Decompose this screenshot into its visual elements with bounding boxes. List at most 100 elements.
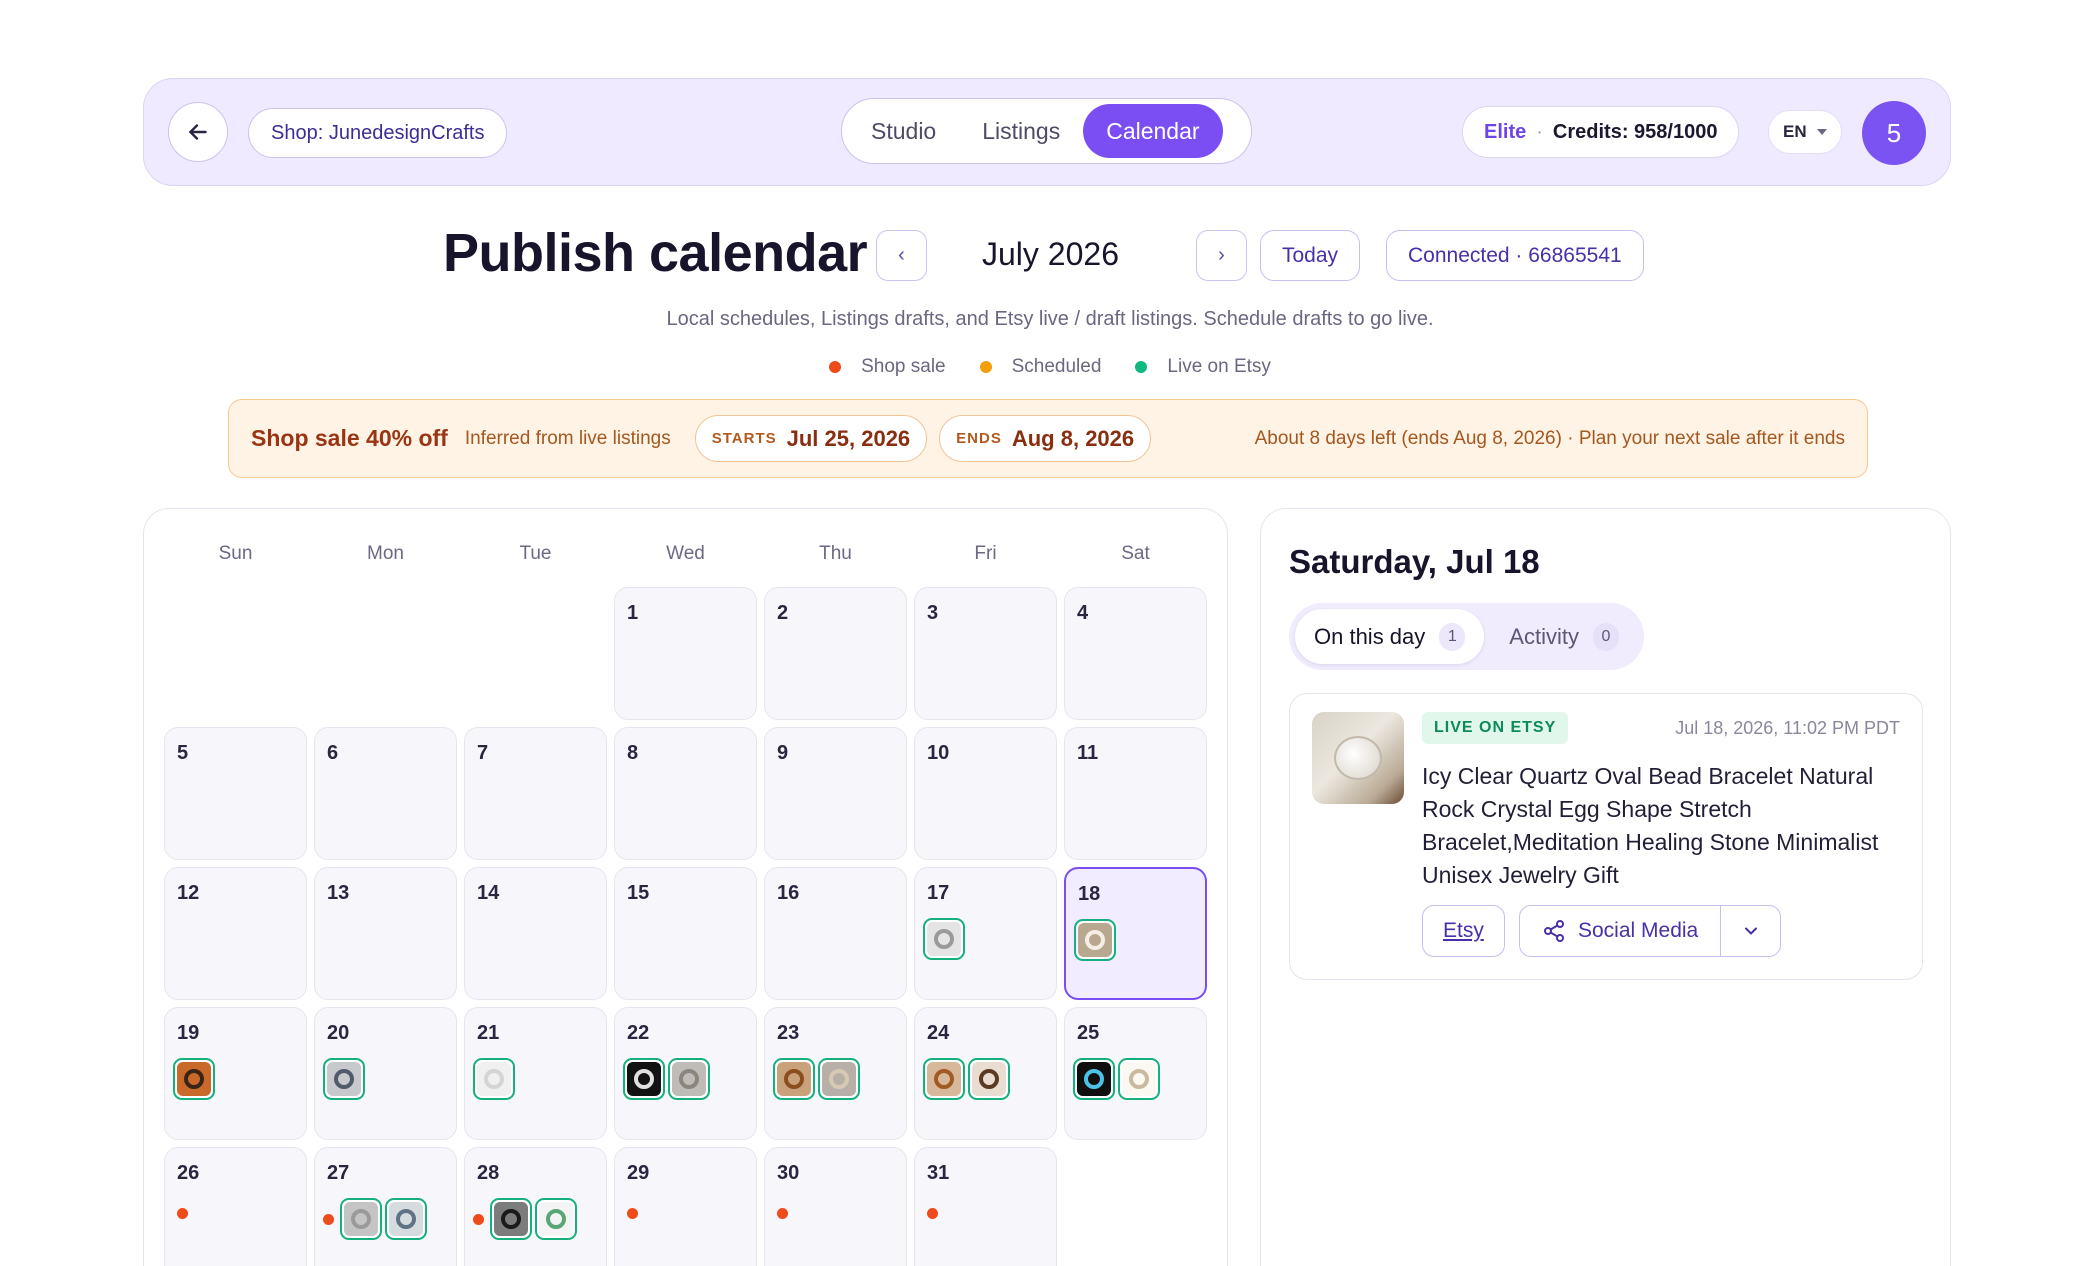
weekday-header: Sun Mon Tue Wed Thu Fri Sat (164, 543, 1207, 565)
calendar-day-9[interactable]: 9 (764, 727, 907, 860)
tab-studio[interactable]: Studio (848, 104, 959, 158)
bracelet-ring-icon (979, 1069, 999, 1089)
day-number: 12 (177, 882, 200, 904)
day-events (1074, 919, 1116, 961)
legend-shop-sale: Shop sale (829, 356, 946, 378)
listing-thumbnail[interactable] (1074, 919, 1116, 961)
day-number: 5 (177, 742, 189, 764)
calendar-day-25[interactable]: 25 (1064, 1007, 1207, 1140)
day-number: 3 (927, 602, 939, 624)
listing-thumbnail[interactable] (535, 1198, 577, 1240)
calendar-day-13[interactable]: 13 (314, 867, 457, 1000)
social-media-button[interactable]: Social Media (1520, 906, 1720, 956)
sale-remaining-note: About 8 days left (ends Aug 8, 2026) · P… (1254, 427, 1845, 449)
separator: · (1536, 120, 1543, 143)
listing-thumbnail[interactable] (473, 1058, 515, 1100)
calendar-day-15[interactable]: 15 (614, 867, 757, 1000)
calendar-day-18[interactable]: 18 (1064, 867, 1207, 1000)
listing-thumbnail[interactable] (773, 1058, 815, 1100)
calendar-day-27[interactable]: 27 (314, 1147, 457, 1266)
page-subtitle: Local schedules, Listings drafts, and Et… (666, 308, 1434, 330)
bracelet-ring-icon (501, 1209, 521, 1229)
listing-card[interactable]: LIVE ON ETSY Jul 18, 2026, 11:02 PM PDT … (1289, 693, 1923, 980)
bracelet-image (777, 1062, 811, 1096)
next-month-button[interactable]: › (1196, 230, 1247, 281)
weekday-label: Wed (666, 543, 705, 564)
open-on-etsy-link[interactable]: Etsy (1422, 905, 1505, 957)
connection-status-button[interactable]: Connected · 66865541 (1386, 230, 1644, 281)
calendar-day-29[interactable]: 29 (614, 1147, 757, 1266)
calendar-day-12[interactable]: 12 (164, 867, 307, 1000)
bracelet-ring-icon (484, 1069, 504, 1089)
bracelet-image (1078, 923, 1112, 957)
listing-thumbnail[interactable] (623, 1058, 665, 1100)
tab-listings[interactable]: Listings (959, 104, 1083, 158)
calendar-day-14[interactable]: 14 (464, 867, 607, 1000)
calendar-day-30[interactable]: 30 (764, 1147, 907, 1266)
calendar-day-16[interactable]: 16 (764, 867, 907, 1000)
tab-count: 0 (1592, 622, 1619, 651)
calendar-day-6[interactable]: 6 (314, 727, 457, 860)
listing-thumbnail[interactable] (1118, 1058, 1160, 1100)
bracelet-image (972, 1062, 1006, 1096)
calendar-day-4[interactable]: 4 (1064, 587, 1207, 720)
calendar-day-22[interactable]: 22 (614, 1007, 757, 1140)
previous-month-button[interactable]: ‹ (876, 230, 927, 281)
day-events (473, 1058, 515, 1100)
listing-thumbnail[interactable] (1073, 1058, 1115, 1100)
listing-thumbnail[interactable] (818, 1058, 860, 1100)
day-events (173, 1058, 215, 1100)
listing-thumbnail[interactable] (490, 1198, 532, 1240)
calendar-day-19[interactable]: 19 (164, 1007, 307, 1140)
listing-thumbnail[interactable] (340, 1198, 382, 1240)
listing-thumbnail[interactable] (923, 918, 965, 960)
listing-thumbnail[interactable] (1312, 712, 1404, 804)
listing-thumbnail[interactable] (323, 1058, 365, 1100)
day-number: 15 (627, 882, 650, 904)
calendar-day-17[interactable]: 17 (914, 867, 1057, 1000)
calendar-day-28[interactable]: 28 (464, 1147, 607, 1266)
social-media-label: Social Media (1578, 919, 1699, 942)
calendar-day-3[interactable]: 3 (914, 587, 1057, 720)
arrow-left-icon (189, 124, 207, 140)
listing-thumbnail[interactable] (968, 1058, 1010, 1100)
shop-selector[interactable]: Shop: JunedesignCrafts (248, 108, 508, 158)
calendar-grid: 1 2 3 4 5 6 7 8 9 10 11 12 13 14 15 16 17 18 19 20 21 22 23 24 2… (164, 587, 1207, 1266)
bracelet-image (477, 1062, 511, 1096)
back-button[interactable] (168, 102, 228, 162)
listing-thumbnail[interactable] (668, 1058, 710, 1100)
calendar-day-1[interactable]: 1 (614, 587, 757, 720)
listing-thumbnail[interactable] (923, 1058, 965, 1100)
sale-dot-icon (777, 1208, 788, 1219)
empty-day-cell (464, 587, 607, 720)
calendar-day-24[interactable]: 24 (914, 1007, 1057, 1140)
avatar[interactable]: 5 (1862, 101, 1926, 165)
listing-thumbnail[interactable] (385, 1198, 427, 1240)
calendar-day-2[interactable]: 2 (764, 587, 907, 720)
social-media-dropdown[interactable] (1720, 906, 1780, 956)
calendar-day-21[interactable]: 21 (464, 1007, 607, 1140)
calendar-day-11[interactable]: 11 (1064, 727, 1207, 860)
tab-calendar[interactable]: Calendar (1083, 104, 1223, 158)
calendar-day-10[interactable]: 10 (914, 727, 1057, 860)
weekday-label: Thu (819, 543, 852, 564)
calendar-day-26[interactable]: 26 (164, 1147, 307, 1266)
tab-on-this-day[interactable]: On this day 1 (1295, 609, 1485, 664)
calendar-day-7[interactable]: 7 (464, 727, 607, 860)
credits-badge[interactable]: Elite · Credits: 958/1000 (1462, 106, 1740, 158)
listing-thumbnail[interactable] (173, 1058, 215, 1100)
today-button[interactable]: Today (1260, 230, 1361, 281)
day-number: 23 (777, 1022, 800, 1044)
language-selector[interactable]: EN (1768, 110, 1842, 154)
sale-end-date: ENDS Aug 8, 2026 (939, 415, 1152, 462)
calendar-day-8[interactable]: 8 (614, 727, 757, 860)
bracelet-ring-icon (351, 1209, 371, 1229)
calendar-day-20[interactable]: 20 (314, 1007, 457, 1140)
calendar-day-23[interactable]: 23 (764, 1007, 907, 1140)
empty-day-cell (164, 587, 307, 720)
tab-activity[interactable]: Activity 0 (1490, 609, 1638, 664)
bracelet-ring-icon (184, 1069, 204, 1089)
day-events (927, 1208, 941, 1219)
calendar-day-5[interactable]: 5 (164, 727, 307, 860)
calendar-day-31[interactable]: 31 (914, 1147, 1057, 1266)
